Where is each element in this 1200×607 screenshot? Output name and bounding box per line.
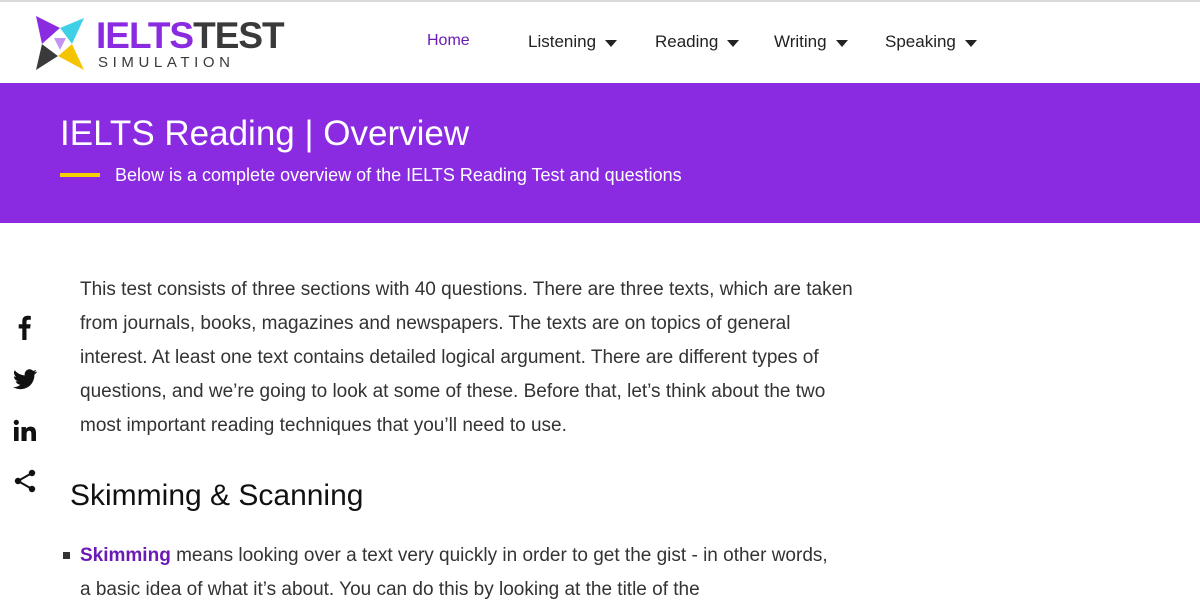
nav-speaking-label: Speaking xyxy=(885,32,956,51)
section-heading: Skimming & Scanning xyxy=(70,479,364,512)
site-logo[interactable]: IELTSTEST SIMULATION xyxy=(32,14,285,74)
chevron-down-icon xyxy=(964,40,977,48)
linkedin-icon[interactable] xyxy=(12,418,38,444)
logo-subtitle: SIMULATION xyxy=(98,54,235,71)
chevron-down-icon xyxy=(835,40,848,48)
facebook-icon[interactable] xyxy=(12,314,38,340)
nav-writing[interactable]: Writing xyxy=(774,32,848,52)
chevron-down-icon xyxy=(605,40,618,48)
skimming-text: means looking over a text very quickly i… xyxy=(80,545,828,600)
nav-listening[interactable]: Listening xyxy=(528,32,618,52)
page-title: IELTS Reading | Overview xyxy=(60,114,470,153)
skimming-keyword: Skimming xyxy=(80,545,171,566)
site-header: IELTSTEST SIMULATION Home Listening Read… xyxy=(0,2,1200,83)
nav-writing-label: Writing xyxy=(774,32,827,51)
skimming-paragraph: Skimming means looking over a text very … xyxy=(80,539,840,607)
share-icon[interactable] xyxy=(12,468,38,494)
page-subtitle: Below is a complete overview of the IELT… xyxy=(115,165,682,185)
chevron-down-icon xyxy=(727,40,740,48)
page-banner: IELTS Reading | Overview Below is a comp… xyxy=(0,83,1200,223)
nav-listening-label: Listening xyxy=(528,32,597,51)
title-accent-bar xyxy=(60,173,100,177)
logo-star-icon xyxy=(36,16,84,70)
bullet-marker xyxy=(63,552,70,559)
nav-reading-label: Reading xyxy=(655,32,719,51)
nav-speaking[interactable]: Speaking xyxy=(885,32,977,52)
logo-wordmark: IELTSTEST xyxy=(96,15,285,56)
nav-home[interactable]: Home xyxy=(427,31,470,51)
nav-reading[interactable]: Reading xyxy=(655,32,740,52)
intro-paragraph: This test consists of three sections wit… xyxy=(80,279,853,436)
twitter-icon[interactable] xyxy=(12,366,38,392)
